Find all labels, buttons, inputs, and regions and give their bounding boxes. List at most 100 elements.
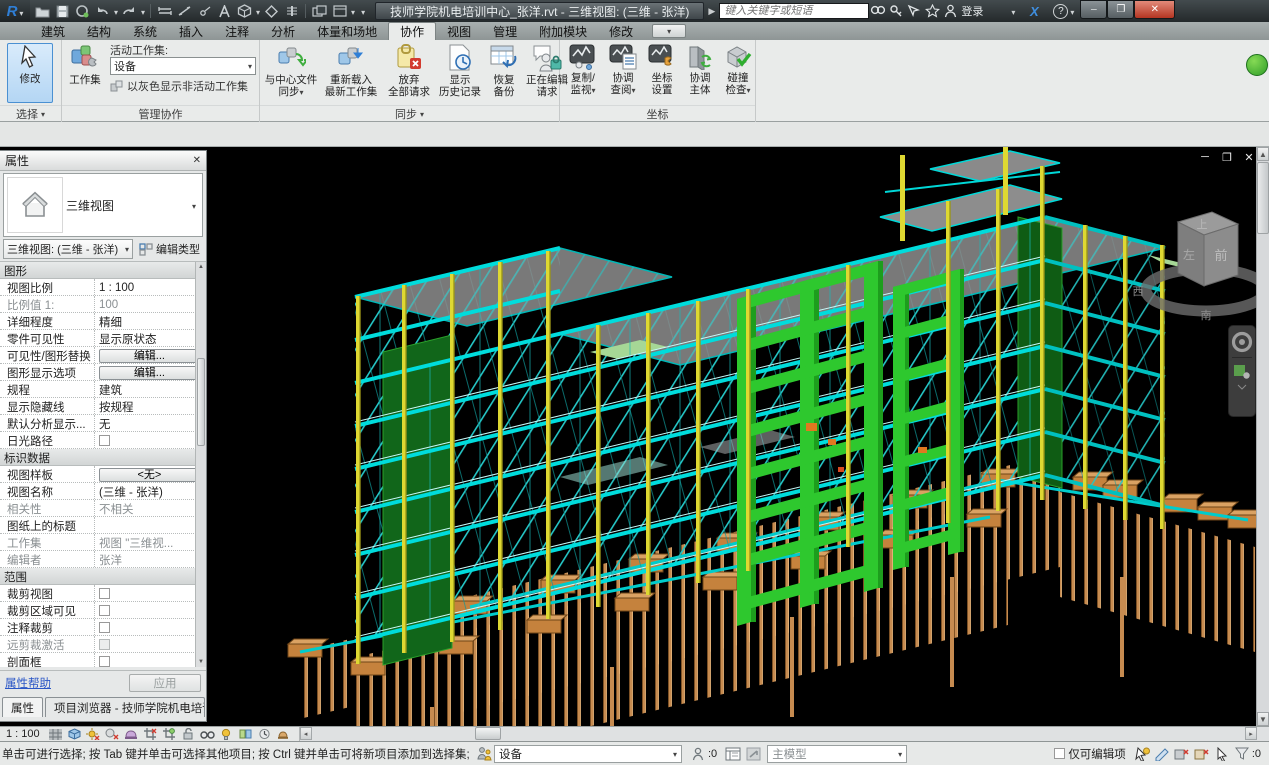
- sun-path-icon[interactable]: [85, 728, 102, 741]
- tab-analyze[interactable]: 分析: [260, 22, 306, 40]
- panel-label-coordinate[interactable]: 坐标: [560, 105, 755, 122]
- sync-with-central-button[interactable]: 与中心文件同步: [264, 43, 318, 103]
- visual-style-icon[interactable]: [66, 728, 83, 741]
- section-graphics[interactable]: 图形: [0, 262, 206, 279]
- customize-qat-icon[interactable]: [361, 4, 365, 18]
- editing-requests-status-icon[interactable]: [689, 746, 707, 762]
- prop-row[interactable]: 显示隐藏线按规程: [0, 398, 206, 415]
- view-minimize-icon[interactable]: ─: [1198, 151, 1212, 164]
- view-selector[interactable]: 三维视图: (三维 - 张洋): [3, 239, 133, 259]
- steering-wheel-icon[interactable]: [1231, 331, 1253, 353]
- prop-row[interactable]: 编辑者张洋: [0, 551, 206, 568]
- make-editable-icon[interactable]: [1153, 746, 1171, 762]
- show-rendering-dialog-icon[interactable]: [123, 728, 140, 741]
- temporary-hide-isolate-icon[interactable]: [199, 728, 216, 741]
- viewcube[interactable]: 上 左 前 西 南 东: [1118, 192, 1269, 330]
- redo-icon[interactable]: [121, 3, 138, 20]
- scroll-right-icon[interactable]: [1245, 727, 1257, 740]
- close-hidden-windows-icon[interactable]: [311, 3, 328, 20]
- prop-row[interactable]: 剖面框: [0, 653, 206, 667]
- hscroll-thumb[interactable]: [475, 727, 501, 740]
- prop-row[interactable]: 详细程度精细: [0, 313, 206, 330]
- minimize-button[interactable]: [1080, 0, 1107, 19]
- zoom-icon[interactable]: [1233, 362, 1251, 380]
- sign-in-icon[interactable]: [941, 3, 959, 19]
- properties-title-bar[interactable]: 属性: [0, 151, 206, 171]
- prop-row[interactable]: 裁剪视图: [0, 585, 206, 602]
- active-workset-icon[interactable]: [475, 746, 493, 762]
- reveal-hidden-elements-icon[interactable]: [218, 728, 235, 741]
- tab-insert[interactable]: 插入: [168, 22, 214, 40]
- reconcile-hosting-button[interactable]: 协调主体: [682, 43, 718, 103]
- prop-row[interactable]: 视图样板<无>: [0, 466, 206, 483]
- exchange-apps-icon[interactable]: X: [1025, 3, 1043, 19]
- subscription-center-icon[interactable]: [887, 3, 905, 19]
- communication-center-icon[interactable]: [905, 3, 923, 19]
- redo-dropdown-icon[interactable]: [141, 4, 145, 18]
- type-selector[interactable]: 三维视图: [3, 173, 203, 237]
- 3d-view-dropdown-icon[interactable]: [256, 4, 260, 18]
- scroll-up-icon[interactable]: [1257, 147, 1269, 161]
- grid-scroll-thumb[interactable]: [197, 358, 205, 446]
- text-note-icon[interactable]: [216, 3, 233, 20]
- tab-view[interactable]: 视图: [436, 22, 482, 40]
- help-icon[interactable]: [1053, 4, 1068, 19]
- displaced-elements-icon[interactable]: [275, 728, 292, 741]
- crop-view-checkbox[interactable]: [99, 588, 110, 599]
- crop-view-icon[interactable]: [142, 728, 159, 741]
- view-template-button[interactable]: <无>: [99, 468, 200, 482]
- favorites-icon[interactable]: [923, 3, 941, 19]
- properties-help-link[interactable]: 属性帮助: [5, 675, 51, 691]
- show-crop-region-icon[interactable]: [161, 728, 178, 741]
- design-option-select[interactable]: 主模型: [767, 745, 907, 763]
- ribbon-display-toggle[interactable]: [652, 24, 686, 38]
- apply-button[interactable]: 应用: [129, 674, 201, 692]
- search-icon[interactable]: [869, 3, 887, 19]
- default-3d-view-icon[interactable]: [236, 3, 253, 20]
- save-icon[interactable]: [54, 3, 71, 20]
- prop-row[interactable]: 零件可见性显示原状态: [0, 330, 206, 347]
- detail-level-icon[interactable]: [47, 728, 64, 741]
- prop-row[interactable]: 默认分析显示...无: [0, 415, 206, 432]
- show-history-button[interactable]: 显示历史记录: [436, 43, 484, 103]
- sign-in-dropdown-icon[interactable]: [1011, 4, 1015, 18]
- type-dropdown-icon[interactable]: [186, 198, 202, 212]
- prop-row[interactable]: 远剪裁激活: [0, 636, 206, 653]
- tab-project-browser[interactable]: 项目浏览器 - 技师学院机电培训...: [45, 697, 205, 717]
- tab-properties[interactable]: 属性: [2, 697, 43, 717]
- navbar-expand-icon[interactable]: [1237, 384, 1247, 390]
- prop-row[interactable]: 工作集视图 "三维视...: [0, 534, 206, 551]
- view-close-icon[interactable]: ✕: [1242, 151, 1256, 164]
- search-input[interactable]: [719, 3, 869, 19]
- thin-lines-icon[interactable]: [283, 3, 300, 20]
- scale-button[interactable]: 1 : 100: [0, 728, 46, 740]
- reload-latest-button[interactable]: 重新载入最新工作集: [320, 43, 382, 103]
- interference-check-button[interactable]: 碰撞检查: [720, 43, 756, 103]
- properties-close-icon[interactable]: [193, 155, 201, 166]
- vertical-scrollbar[interactable]: [1256, 147, 1269, 726]
- prop-row[interactable]: 可见性/图形替换编辑...: [0, 347, 206, 364]
- panel-label-synchronize[interactable]: 同步: [260, 105, 559, 122]
- sync-with-central-icon[interactable]: [74, 3, 91, 20]
- coordination-review-button[interactable]: 协调查阅: [604, 43, 642, 103]
- prop-row[interactable]: 视图比例1 : 100: [0, 279, 206, 296]
- infocenter-toggle-icon[interactable]: ▶: [708, 6, 715, 17]
- panel-label-manage-collaboration[interactable]: 管理协作: [62, 105, 259, 122]
- copy-monitor-button[interactable]: 复制/监视: [564, 43, 602, 103]
- tab-massing-site[interactable]: 体量和场地: [306, 22, 388, 40]
- section-box-checkbox[interactable]: [99, 656, 110, 667]
- tag-icon[interactable]: [196, 3, 213, 20]
- horizontal-scrollbar[interactable]: [299, 727, 1269, 741]
- restore-button[interactable]: [1107, 0, 1134, 19]
- switch-windows-icon[interactable]: [331, 3, 348, 20]
- section-icon[interactable]: [263, 3, 280, 20]
- relinquish-all-button[interactable]: 放弃全部请求: [384, 43, 434, 103]
- prop-row[interactable]: 视图名称(三维 - 张洋): [0, 483, 206, 500]
- undo-icon[interactable]: [94, 3, 111, 20]
- modify-button[interactable]: 修改: [7, 43, 53, 103]
- active-workset-select[interactable]: 设备: [110, 57, 256, 75]
- edit-visibility-button[interactable]: 编辑...: [99, 349, 200, 363]
- prop-row[interactable]: 图纸上的标题: [0, 517, 206, 534]
- sun-path-checkbox[interactable]: [99, 435, 110, 446]
- prop-row[interactable]: 裁剪区域可见: [0, 602, 206, 619]
